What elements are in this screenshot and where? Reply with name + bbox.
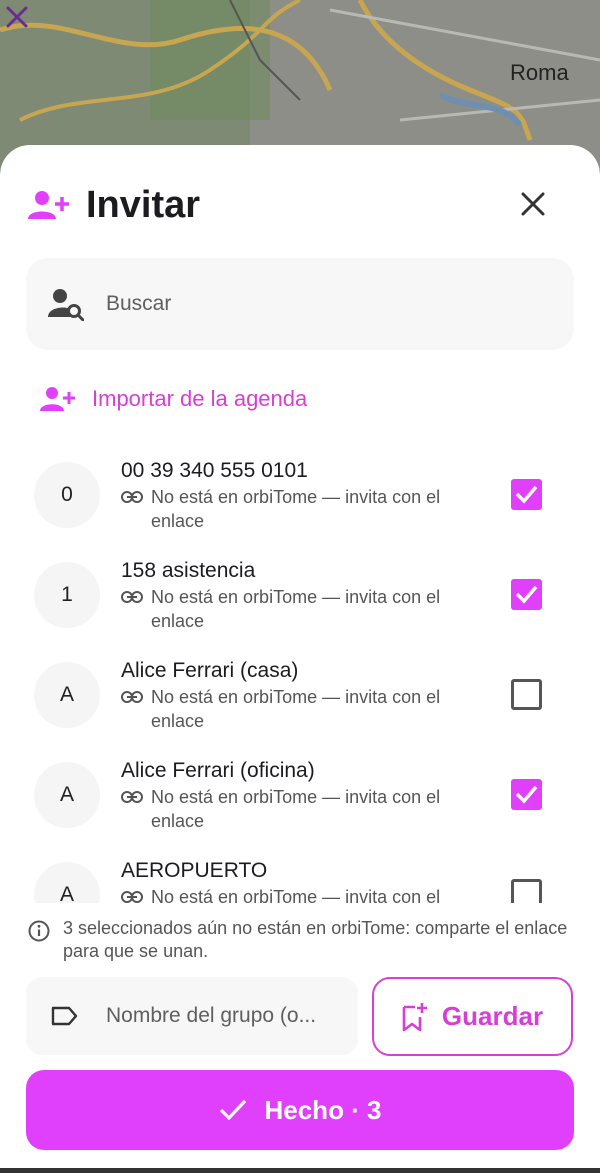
- contact-status: No está en orbiTome — invita con el enla…: [121, 785, 491, 833]
- group-name-input[interactable]: [106, 995, 346, 1037]
- save-group-label: Guardar: [441, 1001, 544, 1031]
- import-contacts-button[interactable]: Importar de la agenda: [40, 382, 307, 416]
- link-icon: [121, 591, 143, 603]
- page-title: Invitar: [86, 183, 201, 226]
- avatar: A: [34, 762, 100, 828]
- done-label: Hecho · 3: [264, 1094, 382, 1125]
- contact-row[interactable]: 0 00 39 340 555 0101 No está en orbiTome…: [0, 445, 600, 545]
- avatar: A: [34, 662, 100, 728]
- contact-status: No está en orbiTome — invita con el enla…: [121, 885, 491, 903]
- search-input[interactable]: [106, 282, 546, 326]
- invite-sheet: Invitar Importar de la agenda 0 00 39 34…: [0, 145, 600, 1173]
- link-icon: [121, 691, 143, 703]
- search-box[interactable]: [26, 258, 574, 350]
- system-nav-bar: [0, 1168, 600, 1173]
- contact-list[interactable]: 0 00 39 340 555 0101 No está en orbiTome…: [0, 445, 600, 903]
- contact-checkbox[interactable]: [511, 779, 542, 810]
- check-icon: [515, 785, 538, 804]
- sheet-header: Invitar: [28, 183, 201, 226]
- contact-checkbox[interactable]: [511, 879, 542, 903]
- contact-checkbox[interactable]: [511, 479, 542, 510]
- check-icon: [220, 1099, 247, 1121]
- contact-name: Alice Ferrari (oficina): [121, 759, 315, 782]
- contact-row[interactable]: A AEROPUERTO No está en orbiTome — invit…: [0, 845, 600, 903]
- close-icon[interactable]: [516, 187, 550, 221]
- person-search-icon: [48, 289, 84, 321]
- contact-row[interactable]: A Alice Ferrari (oficina) No está en orb…: [0, 745, 600, 845]
- info-icon: [28, 920, 50, 942]
- avatar: A: [34, 862, 100, 903]
- bookmark-add-icon: [402, 1002, 427, 1031]
- link-icon: [121, 491, 143, 503]
- group-name-field[interactable]: [26, 977, 358, 1055]
- done-button[interactable]: Hecho · 3: [26, 1070, 574, 1150]
- save-group-button[interactable]: Guardar: [372, 977, 573, 1056]
- import-contacts-label: Importar de la agenda: [92, 386, 308, 411]
- map-city-label: Roma: [510, 60, 569, 85]
- check-icon: [515, 485, 538, 504]
- contact-status: No está en orbiTome — invita con el enla…: [121, 685, 491, 733]
- contact-name: 158 asistencia: [121, 559, 256, 582]
- contact-row[interactable]: 1 158 asistencia No está en orbiTome — i…: [0, 545, 600, 645]
- check-icon: [515, 585, 538, 604]
- avatar: 0: [34, 462, 100, 528]
- label-icon: [51, 1006, 78, 1026]
- map-close-icon[interactable]: [0, 0, 34, 34]
- link-icon: [121, 891, 143, 903]
- contact-name: AEROPUERTO: [121, 859, 268, 882]
- contact-status: No está en orbiTome — invita con el enla…: [121, 485, 491, 533]
- contact-name: 00 39 340 555 0101: [121, 459, 308, 482]
- contact-status: No está en orbiTome — invita con el enla…: [121, 585, 491, 633]
- link-icon: [121, 791, 143, 803]
- selection-notice: 3 seleccionados aún no están en orbiTome…: [28, 917, 576, 963]
- contact-checkbox[interactable]: [511, 579, 542, 610]
- avatar: 1: [34, 562, 100, 628]
- person-add-icon: [40, 387, 75, 411]
- contact-name: Alice Ferrari (casa): [121, 659, 299, 682]
- contact-row[interactable]: A Alice Ferrari (casa) No está en orbiTo…: [0, 645, 600, 745]
- contact-checkbox[interactable]: [511, 679, 542, 710]
- person-add-icon: [28, 191, 69, 219]
